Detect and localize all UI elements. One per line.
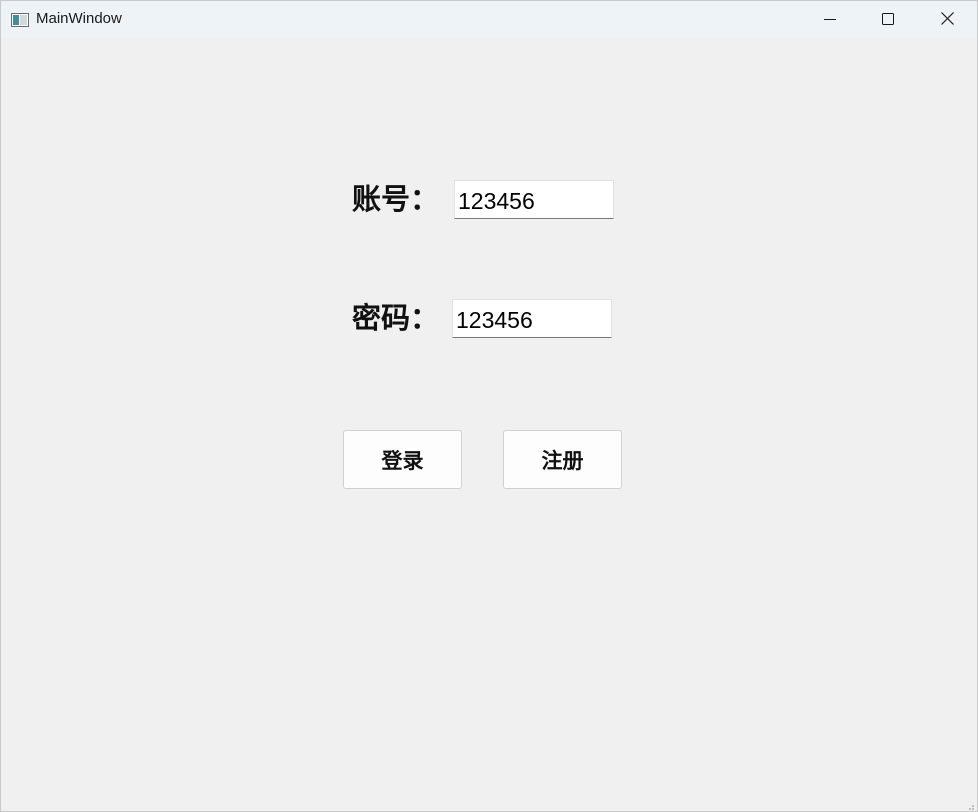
title-bar[interactable]: MainWindow: [1, 1, 977, 38]
account-input[interactable]: [454, 180, 614, 219]
close-icon: [940, 10, 954, 29]
main-window: MainWindow 账号： 密码： 登录 注册: [0, 0, 978, 812]
register-button[interactable]: 注册: [503, 430, 622, 489]
window-title: MainWindow: [36, 10, 122, 27]
login-button[interactable]: 登录: [343, 430, 462, 489]
password-label: 密码：: [352, 301, 440, 335]
app-window-icon: [11, 12, 29, 27]
password-input[interactable]: [452, 299, 612, 338]
account-label: 账号：: [352, 182, 440, 216]
minimize-button[interactable]: [801, 1, 859, 38]
close-button[interactable]: [918, 1, 976, 38]
maximize-button[interactable]: [859, 1, 917, 38]
resize-grip-icon[interactable]: [965, 799, 975, 810]
minimize-icon: [824, 10, 836, 29]
maximize-icon: [882, 10, 894, 29]
